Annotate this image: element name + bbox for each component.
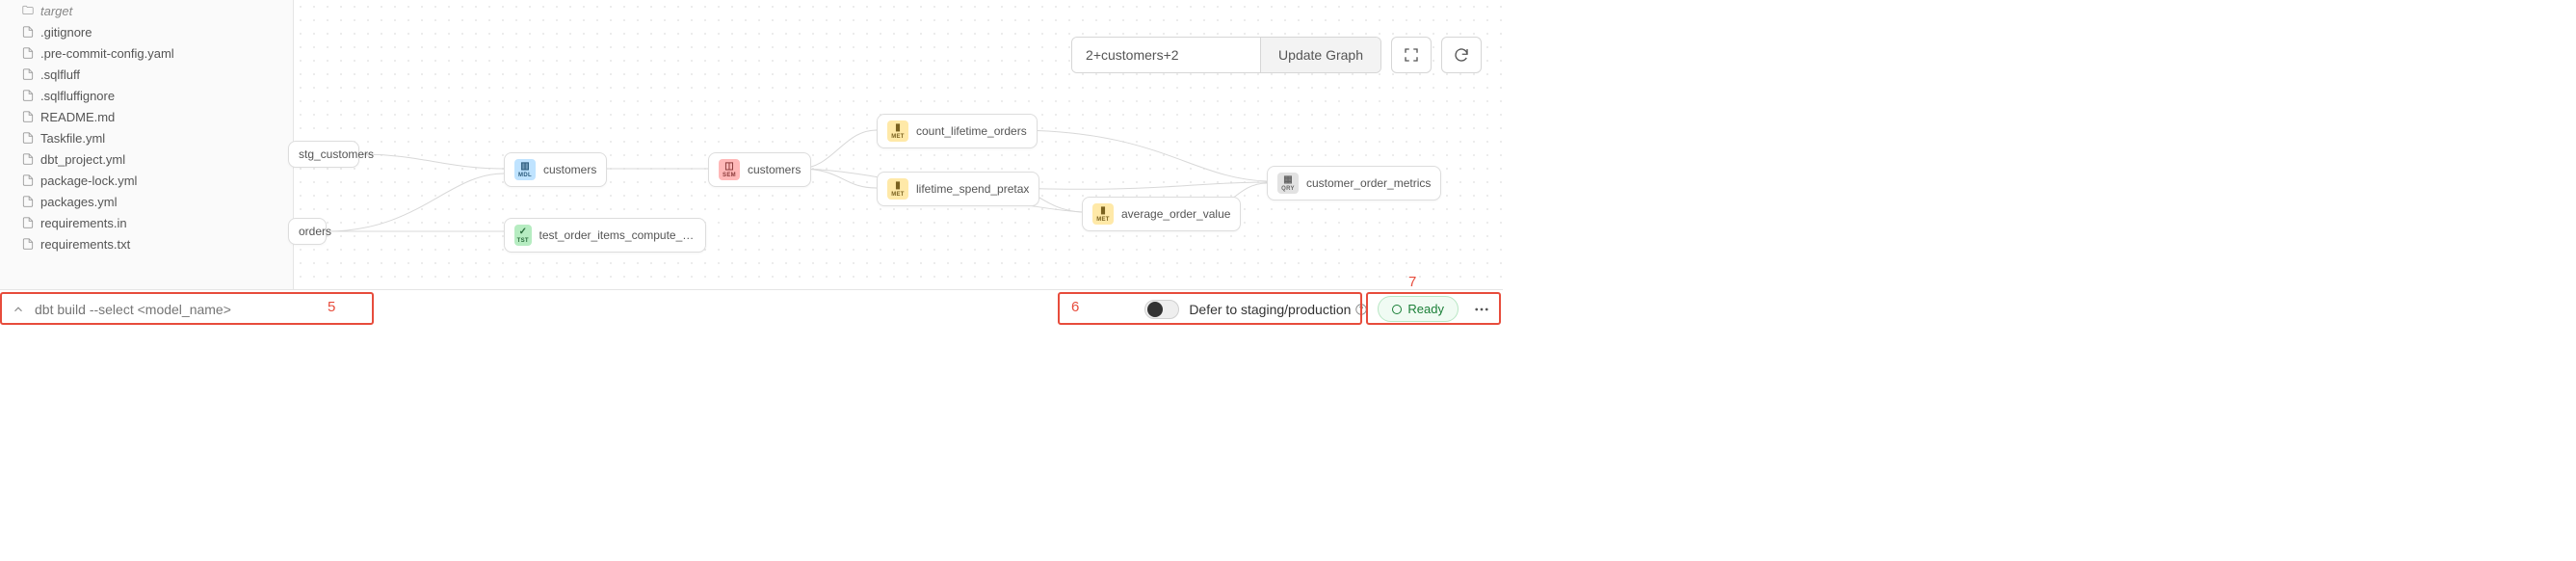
file-tree-sidebar: target .gitignore .pre-commit-config.yam…: [0, 0, 294, 289]
graph-toolbar: Update Graph: [1071, 37, 1482, 73]
node-label: orders: [299, 225, 331, 238]
defer-label-text: Defer to staging/production: [1189, 302, 1351, 317]
status-dot-icon: [1392, 305, 1402, 314]
chevron-up-icon: [12, 303, 25, 316]
file-item[interactable]: .pre-commit-config.yaml: [4, 42, 289, 64]
metric-icon: ▮MET: [887, 178, 908, 200]
file-label: requirements.txt: [40, 237, 130, 252]
file-label: .sqlfluffignore: [40, 89, 115, 103]
folder-target[interactable]: target: [4, 0, 289, 21]
status-text: Ready: [1407, 302, 1444, 316]
help-icon[interactable]: [1354, 303, 1368, 316]
file-label: .pre-commit-config.yaml: [40, 46, 174, 61]
node-test-order-items[interactable]: ✓TST test_order_items_compute_to_bools..…: [504, 218, 706, 253]
file-icon: [21, 110, 35, 123]
expand-panel-button[interactable]: [8, 299, 29, 320]
node-label: average_order_value: [1121, 207, 1230, 221]
file-icon: [21, 152, 35, 166]
test-icon: ✓TST: [514, 225, 532, 246]
file-icon: [21, 67, 35, 81]
fullscreen-icon: [1403, 46, 1420, 64]
node-label: customer_order_metrics: [1306, 176, 1431, 190]
defer-toggle[interactable]: [1144, 300, 1179, 319]
file-icon: [21, 131, 35, 145]
file-icon: [21, 25, 35, 39]
node-orders[interactable]: orders: [288, 218, 327, 245]
file-label: packages.yml: [40, 195, 117, 209]
file-item[interactable]: README.md: [4, 106, 289, 127]
file-label: .sqlfluff: [40, 67, 80, 82]
status-ready-pill: Ready: [1378, 296, 1459, 322]
file-label: package-lock.yml: [40, 174, 137, 188]
selector-group: Update Graph: [1071, 37, 1381, 73]
node-label: test_order_items_compute_to_bools...: [539, 228, 696, 242]
node-average-order-value[interactable]: ▮MET average_order_value: [1082, 197, 1241, 231]
file-item[interactable]: packages.yml: [4, 191, 289, 212]
command-bar-right: Defer to staging/production Ready: [1144, 296, 1495, 323]
file-label: .gitignore: [40, 25, 92, 40]
command-bar: Defer to staging/production Ready: [0, 289, 1503, 328]
file-label: Taskfile.yml: [40, 131, 105, 146]
folder-icon: [21, 4, 35, 17]
folder-label: target: [40, 4, 72, 18]
file-item[interactable]: dbt_project.yml: [4, 148, 289, 170]
file-item[interactable]: Taskfile.yml: [4, 127, 289, 148]
file-item[interactable]: requirements.in: [4, 212, 289, 233]
more-actions-button[interactable]: [1468, 296, 1495, 323]
semantic-icon: ◫SEM: [719, 159, 740, 180]
node-customers-model[interactable]: ▥MDL customers: [504, 152, 607, 187]
file-icon: [21, 46, 35, 60]
command-input[interactable]: [35, 302, 314, 317]
file-item[interactable]: package-lock.yml: [4, 170, 289, 191]
defer-label: Defer to staging/production: [1189, 302, 1368, 317]
query-icon: ▦QRY: [1277, 173, 1299, 194]
refresh-button[interactable]: [1441, 37, 1482, 73]
node-label: customers: [748, 163, 801, 176]
metric-icon: ▮MET: [887, 120, 908, 142]
file-label: README.md: [40, 110, 115, 124]
file-item[interactable]: .sqlfluffignore: [4, 85, 289, 106]
node-customer-order-metrics[interactable]: ▦QRY customer_order_metrics: [1267, 166, 1441, 200]
file-item[interactable]: requirements.txt: [4, 233, 289, 254]
update-graph-button[interactable]: Update Graph: [1260, 38, 1380, 72]
file-label: dbt_project.yml: [40, 152, 125, 167]
file-item[interactable]: .gitignore: [4, 21, 289, 42]
file-icon: [21, 174, 35, 187]
file-item[interactable]: .sqlfluff: [4, 64, 289, 85]
node-lifetime-spend-pretax[interactable]: ▮MET lifetime_spend_pretax: [877, 172, 1039, 206]
node-stg-customers[interactable]: stg_customers: [288, 141, 359, 168]
file-icon: [21, 237, 35, 251]
lineage-graph-canvas[interactable]: stg_customers orders ▥MDL customers ✓TST…: [294, 0, 1503, 289]
model-icon: ▥MDL: [514, 159, 536, 180]
graph-selector-input[interactable]: [1072, 38, 1260, 72]
node-label: lifetime_spend_pretax: [916, 182, 1029, 196]
refresh-icon: [1453, 46, 1470, 64]
command-input-wrap: [35, 302, 314, 317]
file-icon: [21, 89, 35, 102]
node-label: count_lifetime_orders: [916, 124, 1027, 138]
file-icon: [21, 195, 35, 208]
node-label: stg_customers: [299, 147, 374, 161]
file-icon: [21, 216, 35, 229]
node-customers-semantic[interactable]: ◫SEM customers: [708, 152, 811, 187]
node-label: customers: [543, 163, 596, 176]
file-label: requirements.in: [40, 216, 127, 230]
fullscreen-button[interactable]: [1391, 37, 1432, 73]
node-count-lifetime-orders[interactable]: ▮MET count_lifetime_orders: [877, 114, 1038, 148]
metric-icon: ▮MET: [1092, 203, 1114, 225]
dots-icon: [1473, 301, 1490, 318]
